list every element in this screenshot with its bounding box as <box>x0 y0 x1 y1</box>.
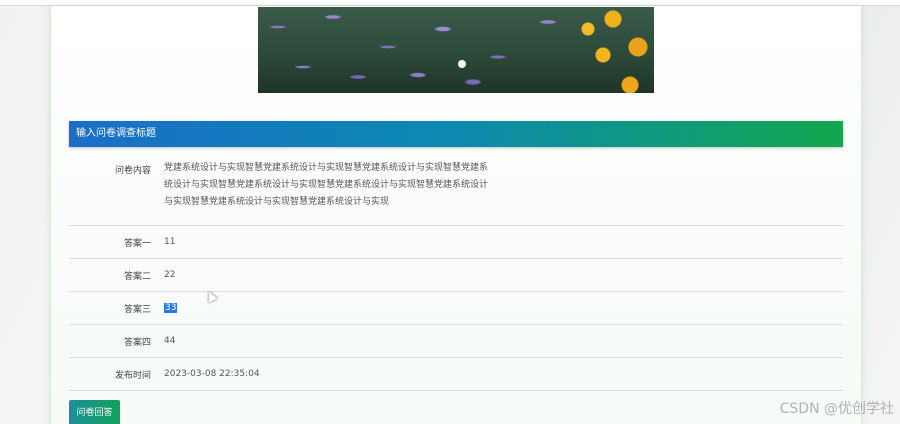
carousel-indicator-dot[interactable] <box>458 60 466 68</box>
field-value: 党建系统设计与实现智慧党建系统设计与实现智慧党建系统设计与实现智慧党建系统设计与… <box>164 163 489 207</box>
survey-fields: 问卷内容 党建系统设计与实现智慧党建系统设计与实现智慧党建系统设计与实现智慧党建… <box>69 147 843 391</box>
field-row-publish-time: 发布时间 2023-03-08 22:35:04 <box>69 358 843 391</box>
field-row-answer-1: 答案一 11 <box>69 226 843 259</box>
selected-text[interactable]: 33 <box>164 303 178 313</box>
field-label: 答案一 <box>123 238 151 249</box>
field-row-content: 问卷内容 党建系统设计与实现智慧党建系统设计与实现智慧党建系统设计与实现智慧党建… <box>69 147 843 226</box>
field-value: 22 <box>164 270 176 280</box>
field-row-answer-3: 答案三 33 <box>69 292 843 325</box>
field-value: 44 <box>164 336 176 346</box>
field-value: 11 <box>164 237 176 247</box>
field-label: 问卷内容 <box>114 166 151 176</box>
watermark: CSDN @优创学社 <box>779 401 894 417</box>
survey-title-header: 输入问卷调查标题 <box>69 121 843 147</box>
answer-survey-button[interactable]: 问卷回答 <box>69 400 120 424</box>
field-row-answer-4: 答案四 44 <box>69 325 843 358</box>
field-label: 发布时间 <box>114 370 151 381</box>
field-value-wrapper: 33 <box>164 303 178 313</box>
field-label: 答案二 <box>123 271 151 282</box>
field-label: 答案四 <box>123 337 151 348</box>
survey-detail-panel: 输入问卷调查标题 问卷内容 党建系统设计与实现智慧党建系统设计与实现智慧党建系统… <box>50 6 862 424</box>
field-label: 答案三 <box>123 304 151 315</box>
field-value: 2023-03-08 22:35:04 <box>164 369 260 379</box>
banner-image <box>258 7 654 93</box>
field-row-answer-2: 答案二 22 <box>69 259 843 292</box>
